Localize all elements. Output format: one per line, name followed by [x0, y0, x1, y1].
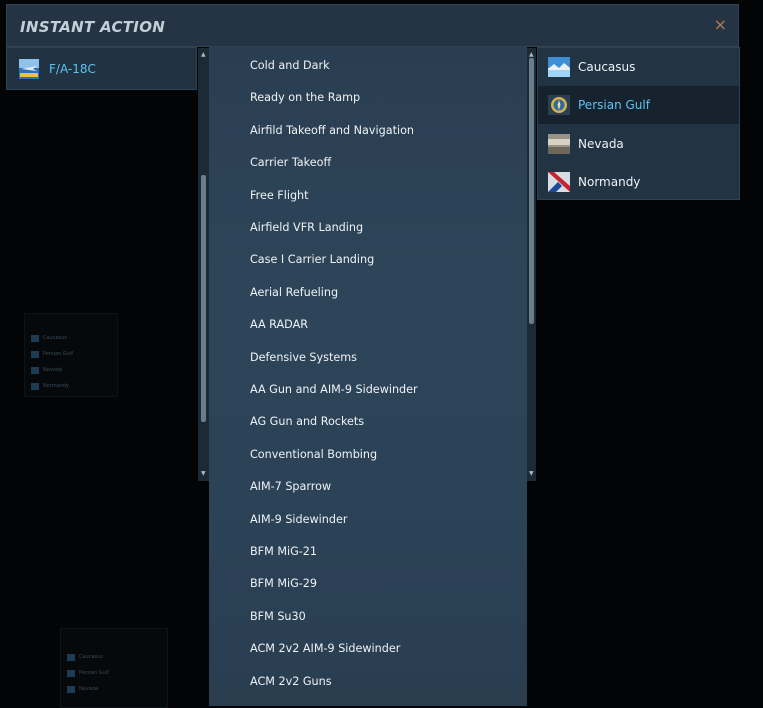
mission-item[interactable]: Aerial Refueling	[250, 284, 338, 302]
map-item-persian-gulf[interactable]: Persian Gulf	[538, 86, 739, 124]
ghost-list-item: Normandy	[25, 378, 117, 394]
map-item-normandy[interactable]: Normandy	[538, 163, 739, 201]
scroll-up-arrow-icon[interactable]: ▲	[201, 51, 206, 58]
scroll-down-arrow-icon[interactable]: ▼	[201, 470, 206, 477]
ghost-list-item: Persian Gulf	[25, 346, 117, 362]
mission-list: Cold and Dark Ready on the Ramp Airfild Ta…	[209, 47, 527, 706]
ghost-list-item: Caucasus	[25, 330, 117, 346]
scroll-up-arrow-icon[interactable]: ▲	[529, 51, 534, 58]
mission-item[interactable]: Carrier Takeoff	[250, 154, 331, 172]
aircraft-scrollbar-thumb[interactable]	[201, 175, 206, 422]
scroll-down-arrow-icon[interactable]: ▼	[529, 470, 534, 477]
window-title: INSTANT ACTION	[20, 18, 166, 36]
ghost-map-icon	[31, 350, 39, 358]
ghost-label: Nevada	[43, 367, 63, 373]
background-ghost-panel: Caucasus Persian Gulf Nevada	[60, 628, 168, 708]
nevada-map-icon	[548, 134, 570, 154]
mission-item[interactable]: Cold and Dark	[250, 57, 330, 75]
mission-item[interactable]: Case I Carrier Landing	[250, 251, 374, 269]
mission-item[interactable]: AIM-7 Sparrow	[250, 478, 331, 496]
mission-item[interactable]: AA RADAR	[250, 316, 308, 334]
mission-item[interactable]: Conventional Bombing	[250, 446, 377, 464]
map-item-caucasus[interactable]: Caucasus	[538, 48, 739, 86]
ghost-map-icon	[31, 366, 39, 374]
mission-item[interactable]: AG Gun and Rockets	[250, 413, 364, 431]
normandy-map-icon	[548, 172, 570, 192]
ghost-label: Caucasus	[79, 654, 103, 660]
mission-item[interactable]: Defensive Systems	[250, 349, 357, 367]
ghost-label: Normandy	[43, 383, 70, 389]
ghost-map-icon	[67, 685, 75, 693]
map-label: Persian Gulf	[578, 98, 650, 112]
ghost-label: Nevada	[79, 686, 99, 692]
map-label: Normandy	[578, 175, 641, 189]
ghost-list-item: Caucasus	[61, 649, 167, 665]
mission-item[interactable]: BFM MiG-21	[250, 543, 317, 561]
hornet-icon	[19, 58, 39, 79]
ghost-list-item: Nevada	[61, 681, 167, 697]
ghost-list-item: Persian Gulf	[61, 665, 167, 681]
ghost-map-icon	[67, 669, 75, 677]
ghost-label: Persian Gulf	[79, 670, 109, 676]
ghost-list-item: Nevada	[25, 362, 117, 378]
mission-scrollbar-thumb[interactable]	[529, 58, 534, 324]
aircraft-label: F/A-18C	[49, 61, 96, 76]
mission-item[interactable]: Ready on the Ramp	[250, 89, 360, 107]
ghost-label: Persian Gulf	[43, 351, 73, 357]
mission-item[interactable]: BFM Su30	[250, 608, 306, 626]
map-item-nevada[interactable]: Nevada	[538, 125, 739, 163]
close-icon[interactable]: ×	[714, 16, 727, 34]
mission-item[interactable]: Free Flight	[250, 187, 309, 205]
background-ghost-panel: Caucasus Persian Gulf Nevada Normandy	[24, 313, 118, 397]
mission-item[interactable]: BFM MiG-29	[250, 575, 317, 593]
mission-item[interactable]: AA Gun and AIM-9 Sidewinder	[250, 381, 418, 399]
ghost-map-icon	[67, 653, 75, 661]
ghost-map-icon	[31, 382, 39, 390]
mission-item[interactable]: AIM-9 Sidewinder	[250, 511, 347, 529]
map-label: Caucasus	[578, 60, 636, 74]
ghost-label: Caucasus	[43, 335, 67, 341]
aircraft-list: F/A-18C	[6, 47, 197, 90]
map-label: Nevada	[578, 137, 624, 151]
mission-item[interactable]: ACM 2v2 AIM-9 Sidewinder	[250, 640, 400, 658]
ghost-map-icon	[31, 334, 39, 342]
aircraft-item-fa18c[interactable]: F/A-18C	[7, 48, 198, 89]
instant-action-header: INSTANT ACTION ×	[6, 4, 739, 47]
map-list: Caucasus Persian Gulf Nevada Normandy	[537, 47, 740, 200]
mission-item[interactable]: Airfield VFR Landing	[250, 219, 363, 237]
caucasus-map-icon	[548, 57, 570, 77]
mission-item[interactable]: Airfild Takeoff and Navigation	[250, 122, 414, 140]
persian-gulf-map-icon	[548, 95, 570, 115]
mission-item[interactable]: ACM 2v2 Guns	[250, 673, 332, 691]
